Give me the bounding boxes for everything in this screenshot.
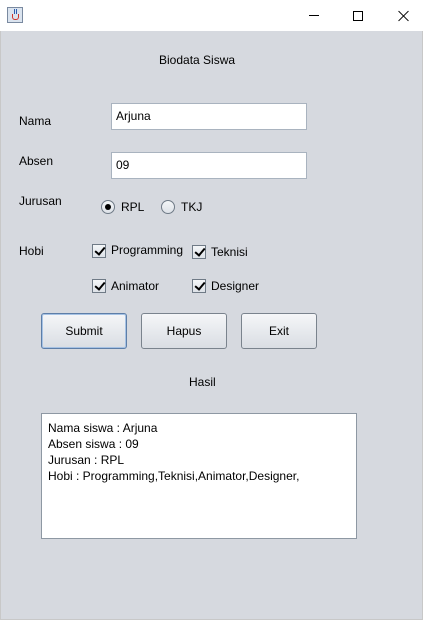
hasil-title: Hasil [189,375,216,389]
java-cup-icon [7,7,23,23]
result-line: Absen siswa : 09 [48,437,139,451]
result-line: Hobi : Programming,Teknisi,Animator,Desi… [48,469,300,483]
nama-label: Nama [19,114,52,128]
checkbox-teknisi[interactable] [192,245,206,259]
checkbox-programming[interactable] [92,244,106,258]
radio-rpl[interactable] [101,200,115,214]
form-panel: Biodata Siswa Nama Arjuna Absen 09 Jurus… [0,31,423,620]
jurusan-label: Jurusan [19,194,62,208]
nama-field[interactable]: Arjuna [111,103,307,130]
hapus-button[interactable]: Hapus [141,313,227,349]
form-title: Biodata Siswa [159,53,236,67]
absen-label: Absen [19,154,54,168]
maximize-icon [353,10,363,21]
result-line: Jurusan : RPL [48,453,125,467]
exit-button[interactable]: Exit [241,313,317,349]
radio-tkj[interactable] [161,200,175,214]
minimize-button[interactable] [291,0,337,31]
checkbox-animator[interactable] [92,279,106,293]
checkbox-teknisi-label[interactable]: Teknisi [211,245,248,259]
checkbox-animator-label[interactable]: Animator [111,279,159,293]
minimize-icon [309,15,319,16]
hobi-label: Hobi [19,244,44,258]
result-line: Nama siswa : Arjuna [48,421,158,435]
close-icon [398,10,410,22]
checkbox-designer[interactable] [192,279,206,293]
checkbox-designer-label[interactable]: Designer [211,279,259,293]
maximize-button[interactable] [335,0,381,31]
radio-tkj-label[interactable]: TKJ [181,200,202,214]
window-titlebar[interactable] [0,0,423,31]
absen-field[interactable]: 09 [111,152,307,179]
submit-button[interactable]: Submit [41,313,127,349]
close-button[interactable] [381,0,423,31]
radio-rpl-label[interactable]: RPL [121,200,144,214]
hasil-text-area[interactable]: Nama siswa : Arjuna Absen siswa : 09 Jur… [41,413,357,539]
checkbox-programming-label[interactable]: Programming [111,243,183,257]
